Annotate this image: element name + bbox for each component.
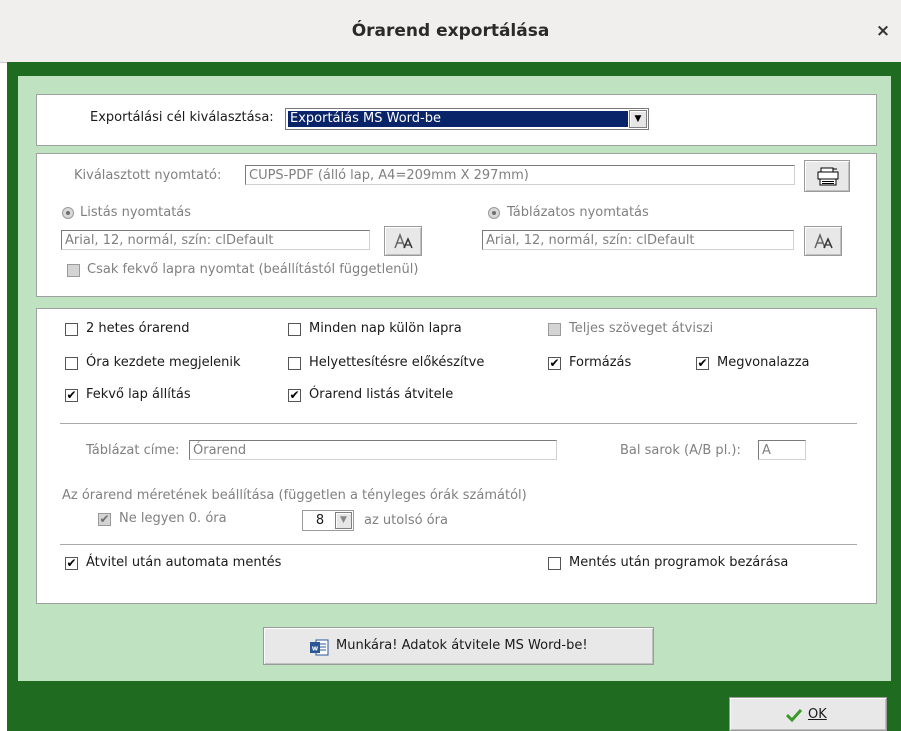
substitution-checkbox[interactable] <box>288 357 301 370</box>
font-icon <box>394 233 413 249</box>
underline-label: Megvonalazza <box>717 355 810 370</box>
options-divider <box>60 423 857 425</box>
printer-setup-button[interactable] <box>804 160 850 192</box>
no-zero-hour-label: Ne legyen 0. óra <box>119 511 227 526</box>
landscape-only-checkbox[interactable] <box>67 264 80 277</box>
last-hour-value: 8 <box>315 513 325 528</box>
table-font-button[interactable] <box>804 226 842 256</box>
list-transfer-label: Órarend listás átvitele <box>309 387 454 402</box>
landscape-label: Fekvő lap állítás <box>86 387 191 402</box>
close-icon[interactable]: × <box>872 20 894 42</box>
font-icon <box>814 233 833 249</box>
auto-save-checkbox[interactable]: ✔ <box>65 557 78 570</box>
printer-field: CUPS-PDF (álló lap, A4=209mm X 297mm) <box>245 165 795 185</box>
left-corner-input[interactable]: A <box>758 440 806 460</box>
ok-label: OK <box>808 707 827 722</box>
chevron-down-icon[interactable]: ▼ <box>335 512 352 529</box>
export-target-select[interactable]: Exportálás MS Word-be ▼ <box>285 108 649 130</box>
underline-checkbox[interactable]: ✔ <box>696 357 709 370</box>
auto-save-label: Átvitel után automata mentés <box>86 555 282 570</box>
full-text-label: Teljes szöveget átviszi <box>569 321 714 336</box>
size-heading: Az órarend méretének beállítása (függetl… <box>62 488 527 503</box>
run-export-button[interactable]: w Munkára! Adatok átvitele MS Word-be! <box>263 627 654 665</box>
checkmark-icon <box>786 708 802 722</box>
window-title: Órarend exportálása <box>351 21 550 41</box>
table-font-field: Arial, 12, normál, szín: clDefault <box>482 230 794 250</box>
export-target-selected-value: Exportálás MS Word-be <box>288 111 628 127</box>
formatting-checkbox[interactable]: ✔ <box>548 357 561 370</box>
two-week-label: 2 hetes órarend <box>86 321 190 336</box>
each-day-page-label: Minden nap külön lapra <box>309 321 462 336</box>
substitution-label: Helyettesítésre előkészítve <box>309 355 485 370</box>
list-font-button[interactable] <box>384 226 422 256</box>
last-hour-label: az utolsó óra <box>364 513 448 528</box>
left-corner-label: Bal sarok (A/B pl.): <box>620 443 741 458</box>
list-font-field: Arial, 12, normál, szín: clDefault <box>61 230 370 250</box>
run-export-label: Munkára! Adatok átvitele MS Word-be! <box>336 638 588 653</box>
chevron-down-icon[interactable]: ▼ <box>629 110 647 128</box>
landscape-checkbox[interactable]: ✔ <box>65 389 78 402</box>
svg-text:w: w <box>312 645 319 653</box>
no-zero-hour-checkbox[interactable]: ✔ <box>98 513 111 526</box>
table-print-label: Táblázatos nyomtatás <box>507 205 649 220</box>
landscape-only-label: Csak fekvő lapra nyomtat (beállítástól f… <box>87 262 419 277</box>
printer-icon <box>817 167 839 186</box>
two-week-checkbox[interactable] <box>65 323 78 336</box>
start-time-checkbox[interactable] <box>65 357 78 370</box>
table-title-input[interactable]: Órarend <box>189 440 557 460</box>
save-divider <box>60 544 857 546</box>
each-day-page-checkbox[interactable] <box>288 323 301 336</box>
list-print-radio[interactable] <box>62 207 74 219</box>
printer-label: Kiválasztott nyomtató: <box>74 168 222 183</box>
close-after-save-checkbox[interactable] <box>548 557 561 570</box>
start-time-label: Óra kezdete megjelenik <box>86 355 241 370</box>
table-title-label: Táblázat címe: <box>86 443 180 458</box>
export-target-label: Exportálási cél kiválasztása: <box>90 110 274 125</box>
full-text-checkbox[interactable] <box>548 323 561 336</box>
formatting-label: Formázás <box>569 355 632 370</box>
close-after-save-label: Mentés után programok bezárása <box>569 555 789 570</box>
last-hour-select[interactable]: 8 ▼ <box>302 510 354 531</box>
list-transfer-checkbox[interactable]: ✔ <box>288 389 301 402</box>
list-print-label: Listás nyomtatás <box>80 205 192 220</box>
word-icon: w <box>310 639 329 656</box>
ok-button[interactable]: OK <box>729 697 887 731</box>
table-print-radio[interactable] <box>488 207 500 219</box>
